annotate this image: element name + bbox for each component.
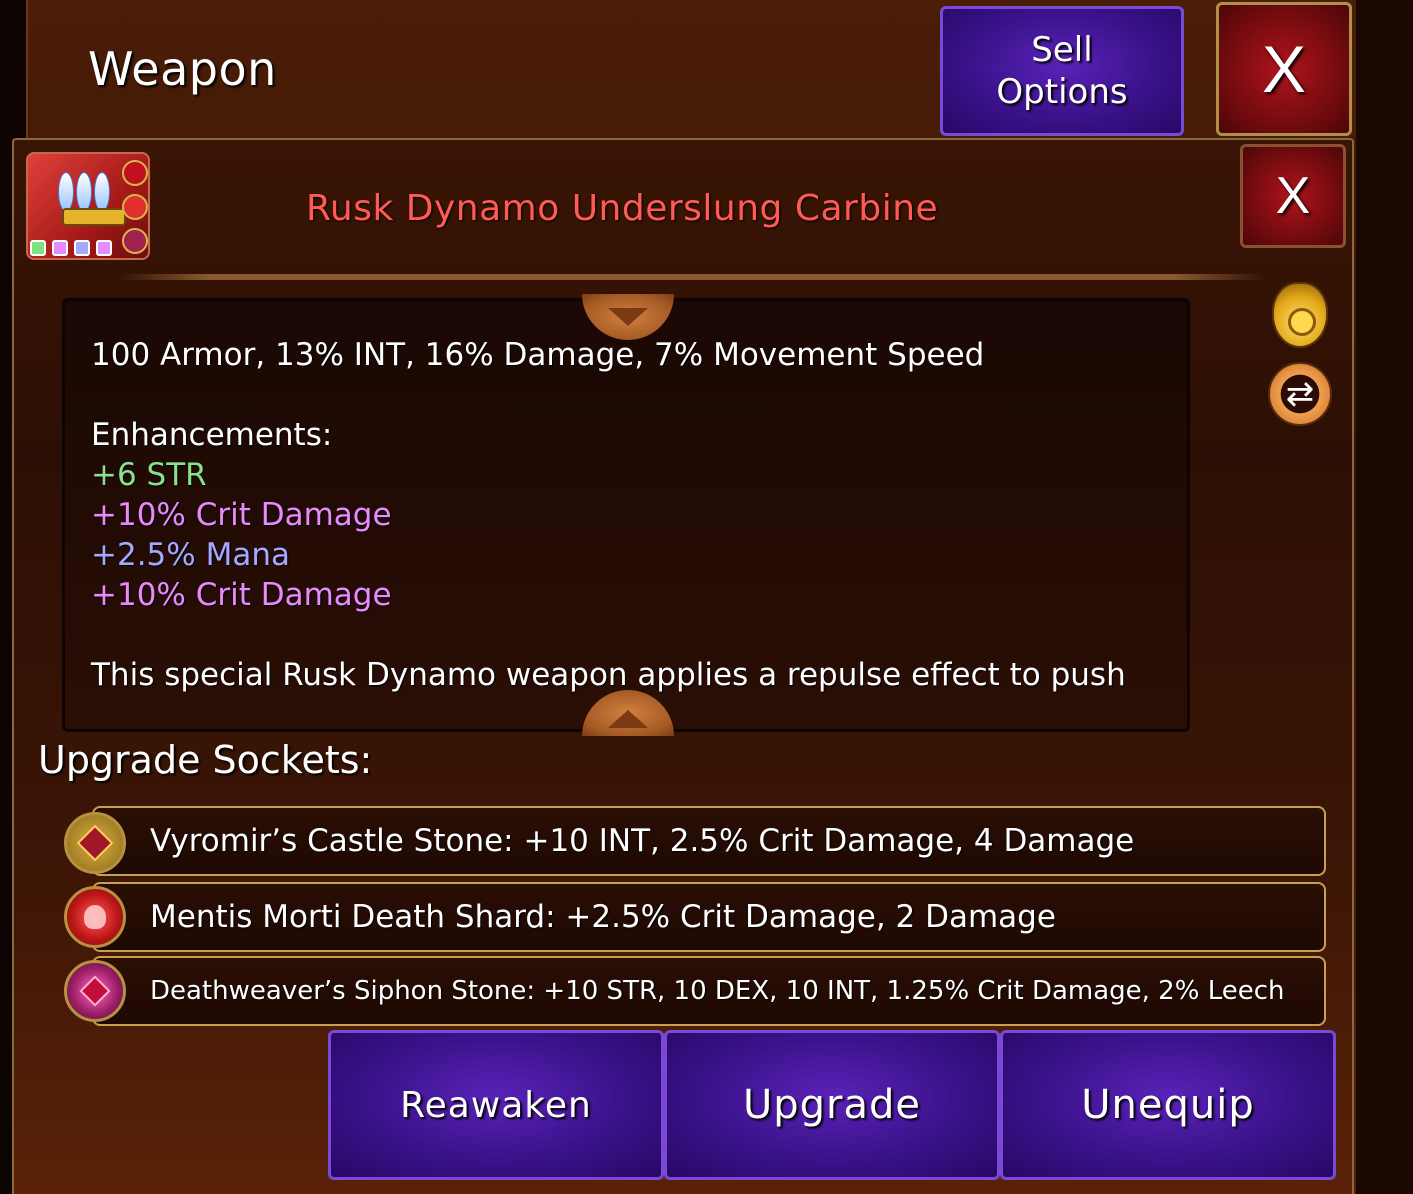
siphon-stone-icon (64, 960, 126, 1022)
money-bag-icon[interactable] (1272, 282, 1328, 348)
socket-dot-3 (122, 228, 148, 254)
skull-shard-icon (64, 886, 126, 948)
header-divider (120, 274, 1264, 280)
socket-text: Vyromir’s Castle Stone: +10 INT, 2.5% Cr… (150, 823, 1135, 859)
blade-shape (94, 172, 110, 212)
sell-options-button[interactable]: Sell Options (940, 6, 1184, 136)
socket-row[interactable]: Mentis Morti Death Shard: +2.5% Crit Dam… (92, 882, 1326, 952)
upgrade-sockets-title: Upgrade Sockets: (38, 738, 373, 782)
description-scroll-box[interactable]: 100 Armor, 13% INT, 16% Damage, 7% Movem… (62, 298, 1190, 732)
gem-square-blue (74, 240, 90, 256)
socket-row[interactable]: Vyromir’s Castle Stone: +10 INT, 2.5% Cr… (92, 806, 1326, 876)
right-edge (1356, 0, 1413, 1194)
castle-stone-icon (64, 812, 126, 874)
socket-text: Deathweaver’s Siphon Stone: +10 STR, 10 … (150, 976, 1285, 1006)
coin-shape (1288, 308, 1316, 336)
socket-row[interactable]: Deathweaver’s Siphon Stone: +10 STR, 10 … (92, 956, 1326, 1026)
item-name: Rusk Dynamo Underslung Carbine (306, 188, 939, 229)
enhancement-line: +6 STR (91, 457, 207, 493)
blade-shape (58, 172, 74, 212)
special-effect-line: This special Rusk Dynamo weapon applies … (91, 657, 1126, 693)
gem-square-green (30, 240, 46, 256)
chevron-down-icon (608, 308, 648, 326)
socket-text: Mentis Morti Death Shard: +2.5% Crit Dam… (150, 899, 1056, 935)
socket-dot-2 (122, 194, 148, 220)
gem-square-pink (52, 240, 68, 256)
gem-square-pink (96, 240, 112, 256)
description-text: 100 Armor, 13% INT, 16% Damage, 7% Movem… (91, 335, 1181, 695)
chevron-up-icon (608, 710, 648, 728)
blade-shape (76, 172, 92, 212)
enhancement-line: +2.5% Mana (91, 537, 290, 573)
close-window-button[interactable]: X (1216, 2, 1352, 136)
gun-body-shape (62, 208, 126, 226)
stats-line: 100 Armor, 13% INT, 16% Damage, 7% Movem… (91, 337, 985, 373)
enhancements-label: Enhancements: (91, 417, 333, 453)
swap-icon[interactable]: ⇄ (1268, 362, 1332, 426)
close-item-button[interactable]: X (1240, 144, 1346, 248)
window-title: Weapon (88, 42, 277, 96)
upgrade-button[interactable]: Upgrade (664, 1030, 1000, 1180)
socket-dot-1 (122, 160, 148, 186)
unequip-button[interactable]: Unequip (1000, 1030, 1336, 1180)
reawaken-button[interactable]: Reawaken (328, 1030, 664, 1180)
enhancement-line: +10% Crit Damage (91, 497, 392, 533)
enhancement-line: +10% Crit Damage (91, 577, 392, 613)
